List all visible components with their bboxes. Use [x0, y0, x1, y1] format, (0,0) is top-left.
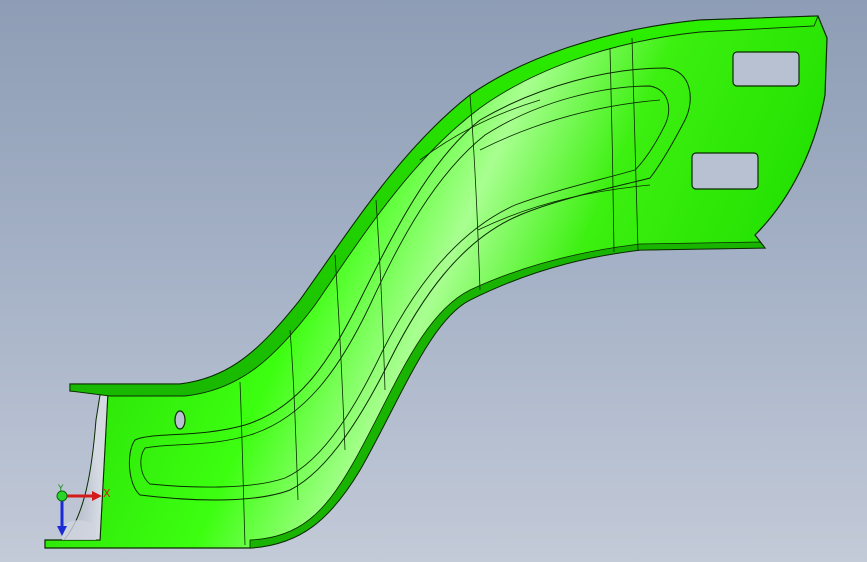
part-body[interactable] — [44, 15, 828, 549]
triad-y-label: Y — [58, 484, 64, 494]
coordinate-triad: X Y — [40, 482, 120, 552]
sheet-metal-bracket-model[interactable] — [0, 0, 867, 562]
graphics-viewport[interactable]: X Y — [0, 0, 867, 562]
rectangular-cutout-upper[interactable] — [732, 51, 800, 87]
rectangular-cutout-lower[interactable] — [691, 152, 759, 190]
triad-x-label: X — [103, 487, 111, 500]
slot-hole[interactable] — [174, 410, 186, 430]
